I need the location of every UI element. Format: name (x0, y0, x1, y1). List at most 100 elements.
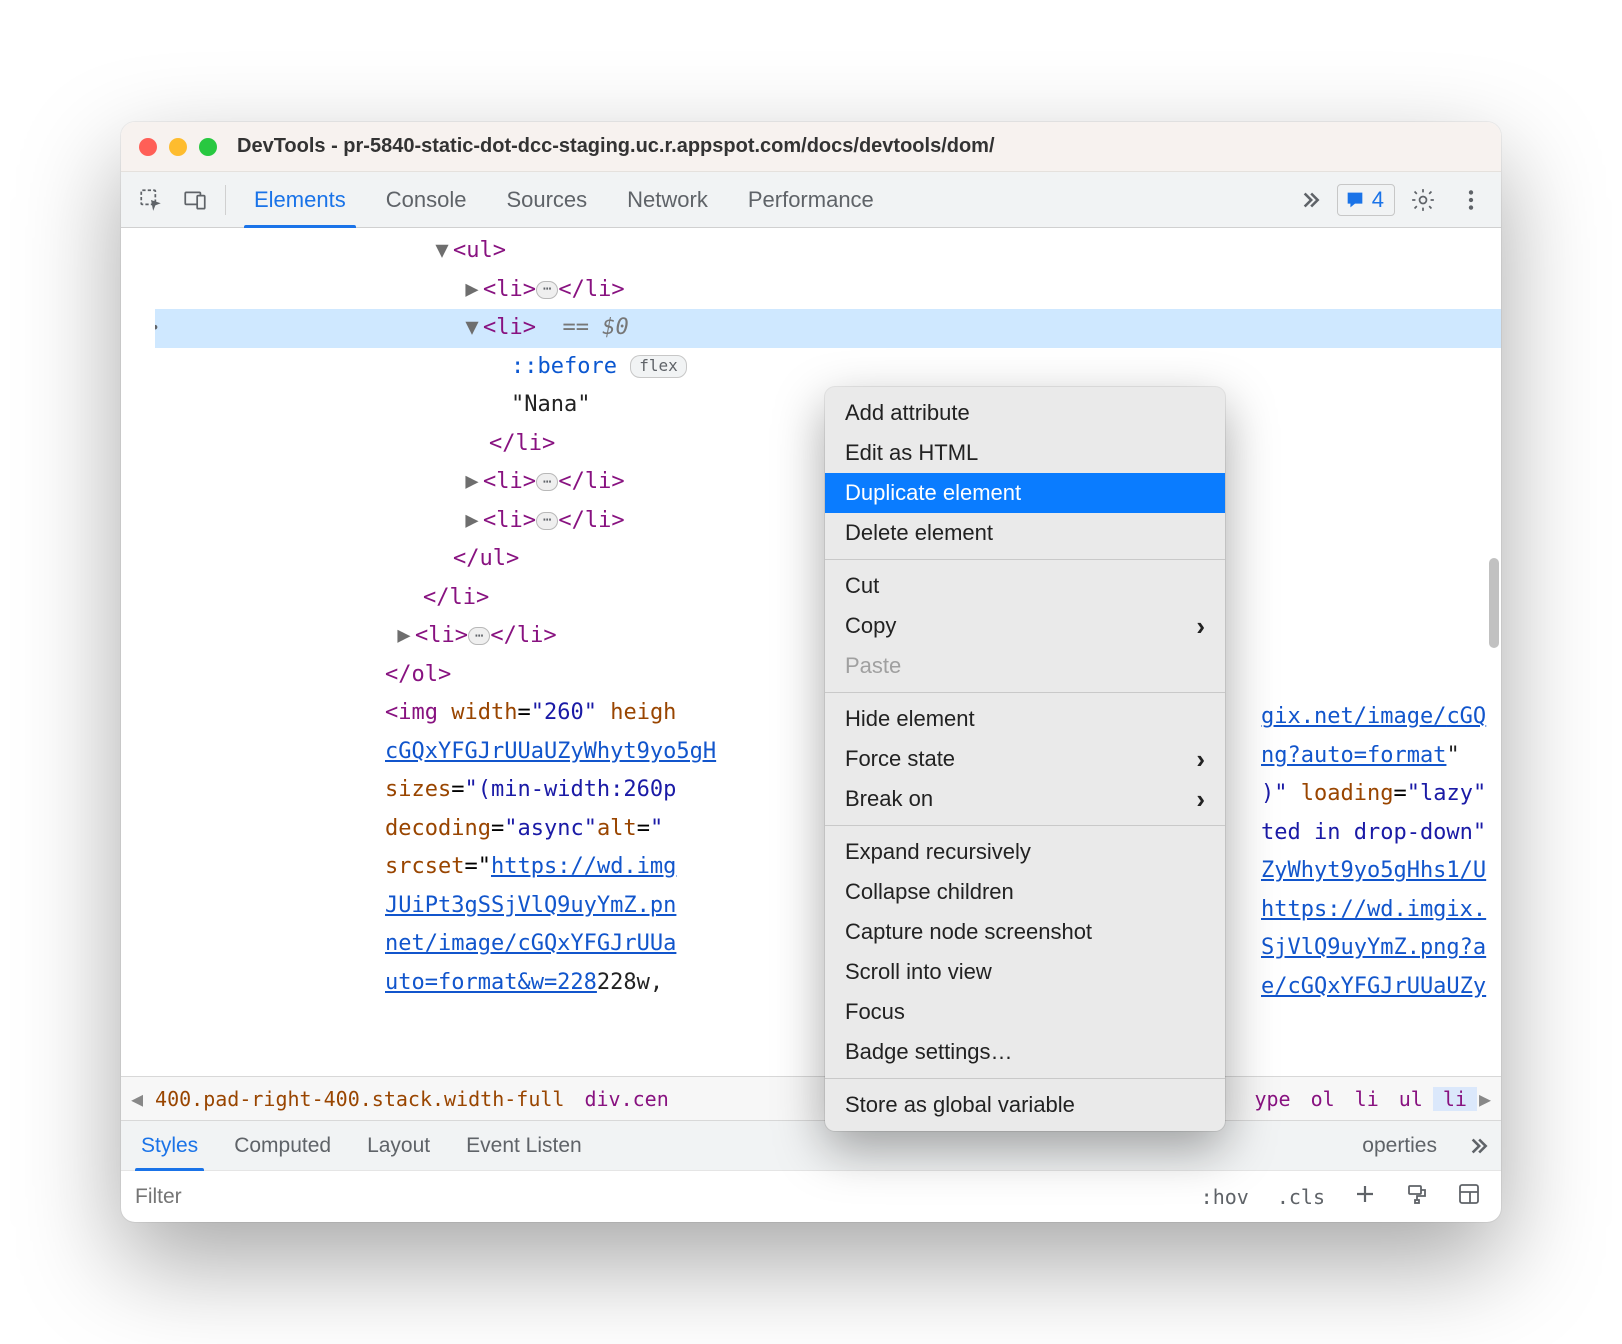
menu-item-label: Edit as HTML (845, 440, 978, 466)
breadcrumb-item-selected[interactable]: li (1433, 1087, 1477, 1111)
menu-item-label: Collapse children (845, 879, 1014, 905)
context-menu: Add attribute Edit as HTML Duplicate eleme… (825, 387, 1225, 1131)
computed-panel-icon[interactable] (1451, 1180, 1487, 1213)
titlebar: DevTools - pr-5840-static-dot-dcc-stagin… (121, 122, 1501, 172)
chevron-right-icon: › (1196, 744, 1205, 775)
menu-item[interactable]: Duplicate element (825, 473, 1225, 513)
menu-item-label: Badge settings… (845, 1039, 1013, 1065)
menu-item-label: Paste (845, 653, 901, 679)
menu-item[interactable]: Cut (825, 566, 1225, 606)
inspect-icon[interactable] (131, 180, 171, 220)
chevron-left-icon[interactable]: ◀ (129, 1087, 145, 1111)
toolbar-separator (225, 185, 226, 215)
issues-count: 4 (1372, 187, 1384, 213)
selection-dots-icon: ••• (155, 314, 162, 342)
menu-item[interactable]: Hide element (825, 699, 1225, 739)
more-tabs-icon[interactable] (1289, 180, 1329, 220)
breadcrumb-item[interactable]: ul (1389, 1087, 1433, 1111)
ellipsis-icon[interactable]: ⋯ (536, 281, 558, 299)
selected-node-row[interactable]: ••• ▼<li> == $0 (155, 309, 1501, 348)
paint-icon[interactable] (1399, 1180, 1435, 1213)
cls-toggle[interactable]: .cls (1271, 1183, 1331, 1211)
tag-ul-open[interactable]: <ul> (453, 232, 506, 271)
elements-panel: ▼<ul> ▶<li>⋯</li> ••• ▼<li> == $0 ::befo… (121, 228, 1501, 1076)
chevron-right-icon: › (1196, 784, 1205, 815)
traffic-lights (139, 138, 217, 156)
breadcrumb-item[interactable]: li (1345, 1087, 1389, 1111)
styles-tabs: Styles Computed Layout Event Listen oper… (121, 1120, 1501, 1170)
menu-item-label: Delete element (845, 520, 993, 546)
breadcrumb-item[interactable]: div.cen (574, 1087, 678, 1111)
hov-toggle[interactable]: :hov (1195, 1183, 1255, 1211)
menu-item[interactable]: Capture node screenshot (825, 912, 1225, 952)
eq0-marker: == $0 (562, 309, 628, 348)
main-toolbar: Elements Console Sources Network Perform… (121, 172, 1501, 228)
menu-item[interactable]: Force state › (825, 739, 1225, 779)
styles-tab-layout[interactable]: Layout (351, 1121, 446, 1171)
menu-item[interactable]: Collapse children (825, 872, 1225, 912)
settings-icon[interactable] (1403, 180, 1443, 220)
menu-separator (825, 692, 1225, 693)
tab-sources[interactable]: Sources (488, 172, 605, 228)
issues-badge[interactable]: 4 (1337, 184, 1395, 216)
chevron-right-icon: › (1196, 611, 1205, 642)
menu-item[interactable]: Break on › (825, 779, 1225, 819)
menu-item-label: Hide element (845, 706, 975, 732)
styles-filter-bar: :hov .cls (121, 1170, 1501, 1222)
styles-tab-computed[interactable]: Computed (218, 1121, 347, 1171)
tab-elements[interactable]: Elements (236, 172, 364, 228)
tab-console[interactable]: Console (368, 172, 485, 228)
new-style-rule-icon[interactable] (1347, 1180, 1383, 1213)
menu-item[interactable]: Badge settings… (825, 1032, 1225, 1072)
styles-tab-properties[interactable]: operties (1346, 1121, 1453, 1171)
close-icon[interactable] (139, 138, 157, 156)
styles-filter-input[interactable] (135, 1185, 1181, 1209)
menu-item-label: Focus (845, 999, 905, 1025)
scrollbar-thumb[interactable] (1489, 558, 1499, 648)
menu-separator (825, 559, 1225, 560)
pseudo-before[interactable]: ::before (511, 348, 617, 387)
styles-tab-eventlisteners[interactable]: Event Listen (450, 1121, 598, 1171)
ellipsis-icon[interactable]: ⋯ (536, 512, 558, 530)
menu-item[interactable]: Store as global variable (825, 1085, 1225, 1125)
menu-item-label: Store as global variable (845, 1092, 1075, 1118)
tab-performance[interactable]: Performance (730, 172, 892, 228)
tag-li-collapsed[interactable]: <li> (483, 271, 536, 310)
menu-item[interactable]: Delete element (825, 513, 1225, 553)
menu-separator (825, 1078, 1225, 1079)
breadcrumb-item[interactable]: 400.pad-right-400.stack.width-full (145, 1087, 574, 1111)
more-styletabs-icon[interactable] (1457, 1126, 1497, 1166)
menu-item: Paste (825, 646, 1225, 686)
kebab-menu-icon[interactable] (1451, 180, 1491, 220)
menu-item[interactable]: Expand recursively (825, 832, 1225, 872)
devtools-window: DevTools - pr-5840-static-dot-dcc-stagin… (121, 122, 1501, 1222)
menu-item-label: Force state (845, 746, 955, 772)
breadcrumb-item[interactable]: ol (1301, 1087, 1345, 1111)
device-toolbar-icon[interactable] (175, 180, 215, 220)
menu-item-label: Break on (845, 786, 933, 812)
link-url[interactable]: cGQxYFGJrUUaUZyWhyt9yo5gH (385, 733, 716, 772)
maximize-icon[interactable] (199, 138, 217, 156)
tab-network[interactable]: Network (609, 172, 726, 228)
menu-item[interactable]: Focus (825, 992, 1225, 1032)
ellipsis-icon[interactable]: ⋯ (468, 627, 490, 645)
menu-item[interactable]: Scroll into view (825, 952, 1225, 992)
menu-item[interactable]: Copy› (825, 606, 1225, 646)
menu-item-label: Cut (845, 573, 879, 599)
chevron-right-icon[interactable]: ▶ (1477, 1087, 1493, 1111)
flex-badge[interactable]: flex (630, 355, 687, 378)
minimize-icon[interactable] (169, 138, 187, 156)
breadcrumb-item[interactable]: ype (1244, 1087, 1300, 1111)
panel-tabs: Elements Console Sources Network Perform… (236, 172, 892, 228)
breadcrumb[interactable]: ◀ 400.pad-right-400.stack.width-full div… (121, 1076, 1501, 1120)
menu-item-label: Scroll into view (845, 959, 992, 985)
menu-separator (825, 825, 1225, 826)
styles-tab-styles[interactable]: Styles (125, 1121, 214, 1171)
menu-item-label: Add attribute (845, 400, 970, 426)
ellipsis-icon[interactable]: ⋯ (536, 473, 558, 491)
menu-item[interactable]: Edit as HTML (825, 433, 1225, 473)
text-node[interactable]: "Nana" (511, 386, 590, 425)
menu-item-label: Expand recursively (845, 839, 1031, 865)
menu-item-label: Capture node screenshot (845, 919, 1092, 945)
menu-item[interactable]: Add attribute (825, 393, 1225, 433)
